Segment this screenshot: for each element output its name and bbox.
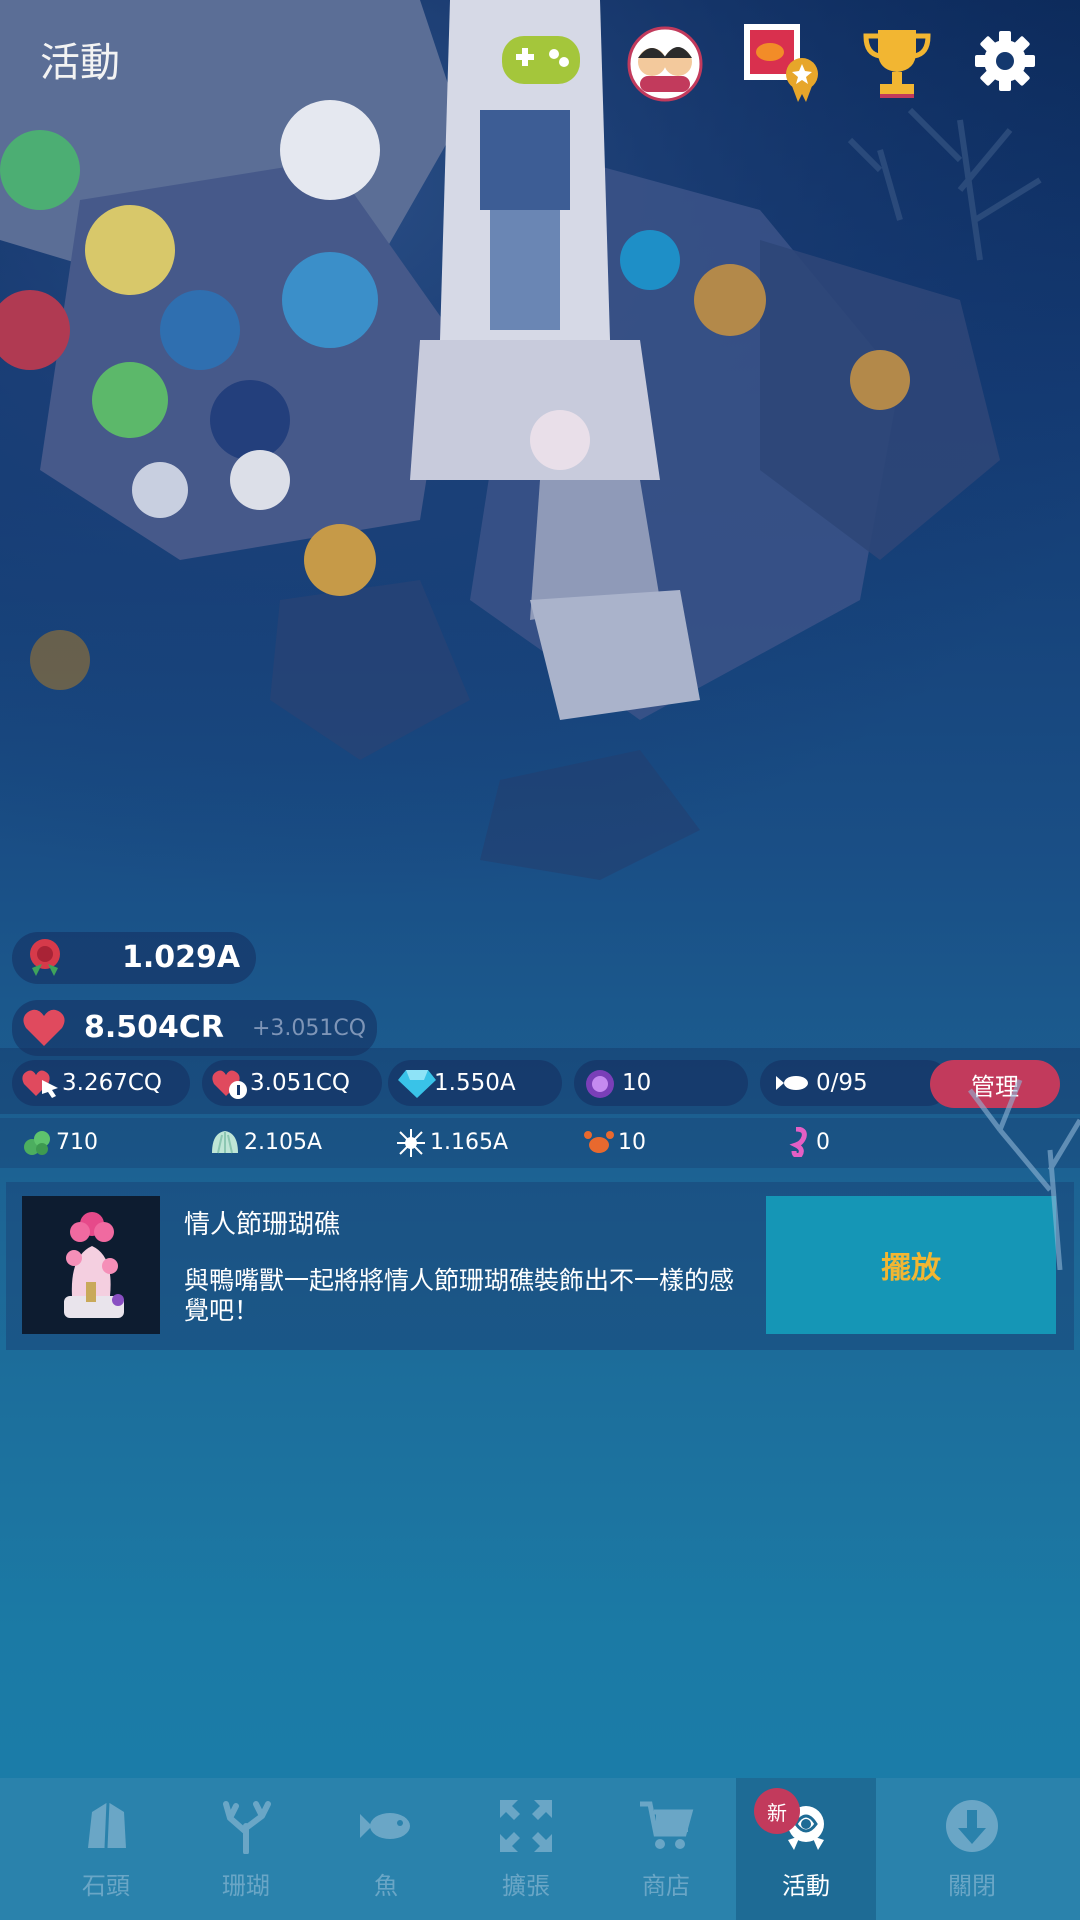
nav-item-stone[interactable]: 石頭	[36, 1778, 176, 1920]
bottom-nav: 石頭 珊瑚 魚 擴張 商店 新 活動 關閉	[0, 1778, 1080, 1920]
coral-decoration	[968, 1079, 1080, 1270]
expand-icon	[500, 1800, 552, 1852]
event-thumbnail	[22, 1196, 160, 1334]
nav-item-shop[interactable]: 商店	[596, 1778, 736, 1920]
tap-heart-stat: 3.267CQ	[12, 1060, 190, 1106]
shell-stat: 2.105A	[210, 1125, 350, 1161]
cart-icon	[640, 1801, 694, 1849]
moss-icon	[24, 1131, 50, 1155]
heart-value: 8.504CR	[84, 1010, 225, 1045]
screen-title: 活動	[40, 40, 120, 86]
rose-counter: 1.029A	[12, 932, 256, 984]
stone-stat: 710	[22, 1125, 142, 1161]
nav-label-stone: 石頭	[82, 1872, 130, 1900]
rose-value: 1.029A	[122, 940, 241, 975]
nav-item-expand[interactable]: 擴張	[456, 1778, 596, 1920]
nav-item-fish[interactable]: 魚	[316, 1778, 456, 1920]
pearl-value: 10	[622, 1070, 652, 1096]
fish-count-value: 0/95	[816, 1070, 868, 1096]
sea-urchin-icon	[397, 1129, 425, 1157]
fish-small-icon	[776, 1076, 808, 1090]
nav-label-shop: 商店	[642, 1872, 690, 1900]
nav-label-event: 活動	[782, 1872, 830, 1900]
tap-heart-icon	[22, 1070, 58, 1098]
idle-heart-icon	[212, 1070, 247, 1099]
gamepad-icon[interactable]	[498, 18, 584, 104]
fish-album-icon[interactable]	[740, 18, 826, 104]
seahorse-value: 0	[816, 1130, 830, 1155]
event-title: 情人節珊瑚礁	[184, 1210, 341, 1240]
stone-value: 710	[56, 1130, 98, 1155]
shell-icon	[212, 1131, 238, 1154]
seahorse-stat: 0	[782, 1125, 882, 1161]
crab-value: 10	[618, 1130, 646, 1155]
stone-icon	[88, 1801, 126, 1849]
aquarium-scene[interactable]	[0, 0, 1080, 900]
close-down-icon	[946, 1800, 998, 1852]
event-description: 與鴨嘴獸一起將將情人節珊瑚礁裝飾出不一樣的感覺吧！	[184, 1266, 735, 1325]
heart-icon	[23, 1009, 65, 1046]
seahorse-icon	[789, 1127, 807, 1157]
heart-rate: +3.051CQ	[252, 1016, 367, 1041]
tap-heart-value: 3.267CQ	[62, 1070, 163, 1096]
crab-stat: 10	[584, 1125, 704, 1161]
urchin-stat: 1.165A	[396, 1125, 536, 1161]
nav-item-coral[interactable]: 珊瑚	[176, 1778, 316, 1920]
nav-label-expand: 擴張	[502, 1872, 550, 1900]
nav-item-event[interactable]: 新 活動	[736, 1778, 876, 1920]
pearl-icon	[586, 1070, 614, 1098]
urchin-value: 1.165A	[430, 1130, 509, 1155]
nav-label-fish: 魚	[374, 1872, 398, 1900]
fish-icon	[360, 1813, 410, 1839]
new-badge: 新	[754, 1788, 800, 1834]
trophy-icon[interactable]	[854, 18, 940, 104]
nav-label-close: 關閉	[948, 1872, 996, 1900]
diamond-value: 1.550A	[434, 1070, 516, 1096]
diamond-stat: 1.550A	[388, 1060, 562, 1106]
idle-heart-stat: 3.051CQ	[202, 1060, 382, 1106]
crab-icon	[584, 1131, 614, 1153]
shell-value: 2.105A	[244, 1130, 323, 1155]
nav-label-coral: 珊瑚	[222, 1872, 270, 1900]
gear-icon[interactable]	[962, 18, 1048, 104]
coral-icon	[223, 1801, 271, 1854]
idle-heart-value: 3.051CQ	[250, 1070, 351, 1096]
coral-reef-illustration	[0, 0, 1080, 900]
rose-icon	[30, 939, 60, 976]
diamond-icon	[398, 1070, 436, 1098]
pearl-stat: 10	[574, 1060, 748, 1106]
friends-icon[interactable]	[622, 18, 708, 104]
nav-item-close[interactable]: 關閉	[902, 1778, 1042, 1920]
